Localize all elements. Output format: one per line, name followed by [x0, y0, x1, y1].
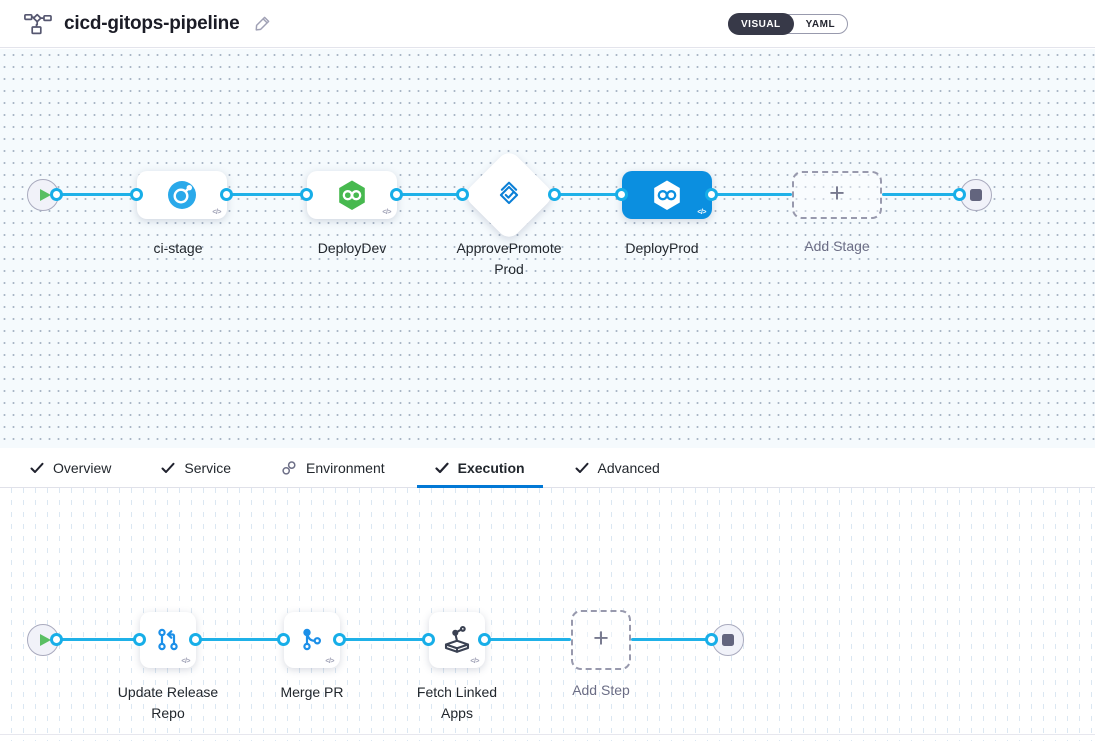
- step-label: Update Release Repo: [108, 682, 228, 724]
- check-icon: [161, 462, 175, 474]
- header: cicd-gitops-pipeline VISUAL YAML: [0, 0, 1095, 48]
- code-icon: </>: [382, 209, 391, 216]
- connector-line: [57, 193, 137, 196]
- tab-environment[interactable]: Environment: [263, 448, 403, 487]
- tab-label: Advanced: [598, 460, 660, 476]
- stage-card-deploydev[interactable]: </>: [307, 171, 397, 219]
- update-release-repo-icon: [153, 625, 183, 655]
- tab-overview[interactable]: Overview: [12, 448, 129, 487]
- code-icon: </>: [212, 209, 221, 216]
- connector-port[interactable]: [456, 188, 469, 201]
- step-card-fetch-linked-apps[interactable]: </>: [429, 612, 485, 668]
- stage-label: ci-stage: [118, 238, 238, 259]
- step-label: Add Step: [541, 680, 661, 701]
- tab-label: Overview: [53, 460, 111, 476]
- connector-line: [196, 638, 284, 641]
- connector-line: [882, 193, 960, 196]
- ci-build-icon: [167, 180, 197, 210]
- cd-deploy-icon: [335, 178, 369, 212]
- connector-line: [397, 193, 463, 196]
- approval-icon: [491, 177, 527, 213]
- connector-line: [485, 638, 571, 641]
- pipeline-studio: cicd-gitops-pipeline VISUAL YAML: [0, 0, 1095, 741]
- check-icon: [435, 462, 449, 474]
- connector-port[interactable]: [50, 633, 63, 646]
- connector-line: [340, 638, 429, 641]
- connector-line: [712, 193, 792, 196]
- stage-label: Add Stage: [777, 236, 897, 257]
- code-icon: </>: [697, 209, 706, 216]
- check-icon: [575, 462, 589, 474]
- play-icon: [40, 189, 51, 201]
- connector-port[interactable]: [300, 188, 313, 201]
- connector-port[interactable]: [615, 188, 628, 201]
- stop-icon: [970, 189, 982, 201]
- yaml-toggle-button[interactable]: YAML: [794, 14, 847, 34]
- plus-icon: +: [593, 625, 609, 652]
- tab-execution[interactable]: Execution: [417, 448, 543, 487]
- step-label: Fetch Linked Apps: [407, 682, 507, 724]
- visual-toggle-button[interactable]: VISUAL: [728, 13, 794, 35]
- stage-canvas[interactable]: </> </> </>: [0, 49, 1095, 448]
- play-icon: [40, 634, 51, 646]
- view-toggle: VISUAL YAML: [728, 14, 848, 34]
- connector-port[interactable]: [548, 188, 561, 201]
- connector-port[interactable]: [705, 633, 718, 646]
- connector-port[interactable]: [390, 188, 403, 201]
- step-card-merge-pr[interactable]: </>: [284, 612, 340, 668]
- connector-line: [57, 638, 140, 641]
- connector-port[interactable]: [333, 633, 346, 646]
- connector-port[interactable]: [277, 633, 290, 646]
- connector-port[interactable]: [705, 188, 718, 201]
- connector-port[interactable]: [189, 633, 202, 646]
- connector-line: [631, 638, 712, 641]
- edit-pencil-icon[interactable]: [253, 14, 272, 33]
- connector-port[interactable]: [133, 633, 146, 646]
- add-step-button[interactable]: +: [571, 610, 631, 670]
- environment-icon: [281, 460, 297, 476]
- connector-port[interactable]: [50, 188, 63, 201]
- connector-line: [555, 193, 622, 196]
- stage-card-deployprod[interactable]: </>: [622, 171, 712, 219]
- tab-label: Service: [184, 460, 231, 476]
- step-card-update-release-repo[interactable]: </>: [140, 612, 196, 668]
- step-label: Merge PR: [252, 682, 372, 703]
- stage-card-ci-stage[interactable]: </>: [137, 171, 227, 219]
- plus-icon: +: [829, 180, 845, 207]
- stage-config-tabs: Overview Service Environment Execution A…: [0, 448, 1095, 488]
- stage-label: DeployProd: [602, 238, 722, 259]
- stage-label: DeployDev: [292, 238, 412, 259]
- pipeline-icon: [24, 12, 52, 36]
- tab-label: Environment: [306, 460, 385, 476]
- stop-icon: [722, 634, 734, 646]
- pipeline-title: cicd-gitops-pipeline: [64, 13, 239, 35]
- merge-pr-icon: [297, 625, 327, 655]
- connector-port[interactable]: [953, 188, 966, 201]
- cd-deploy-icon: [650, 178, 684, 212]
- add-stage-button[interactable]: +: [792, 171, 882, 219]
- tab-advanced[interactable]: Advanced: [557, 448, 678, 487]
- code-icon: </>: [470, 658, 479, 665]
- canvas-bottom-border: [0, 734, 1095, 735]
- tab-service[interactable]: Service: [143, 448, 249, 487]
- code-icon: </>: [181, 658, 190, 665]
- code-icon: </>: [325, 658, 334, 665]
- stage-label: ApprovePromoteProd: [453, 238, 565, 280]
- fetch-linked-apps-icon: [441, 624, 473, 656]
- connector-port[interactable]: [422, 633, 435, 646]
- connector-port[interactable]: [478, 633, 491, 646]
- check-icon: [30, 462, 44, 474]
- connector-line: [227, 193, 307, 196]
- tab-label: Execution: [458, 460, 525, 476]
- connector-port[interactable]: [130, 188, 143, 201]
- connector-port[interactable]: [220, 188, 233, 201]
- execution-canvas[interactable]: </> </> </>: [0, 488, 1095, 741]
